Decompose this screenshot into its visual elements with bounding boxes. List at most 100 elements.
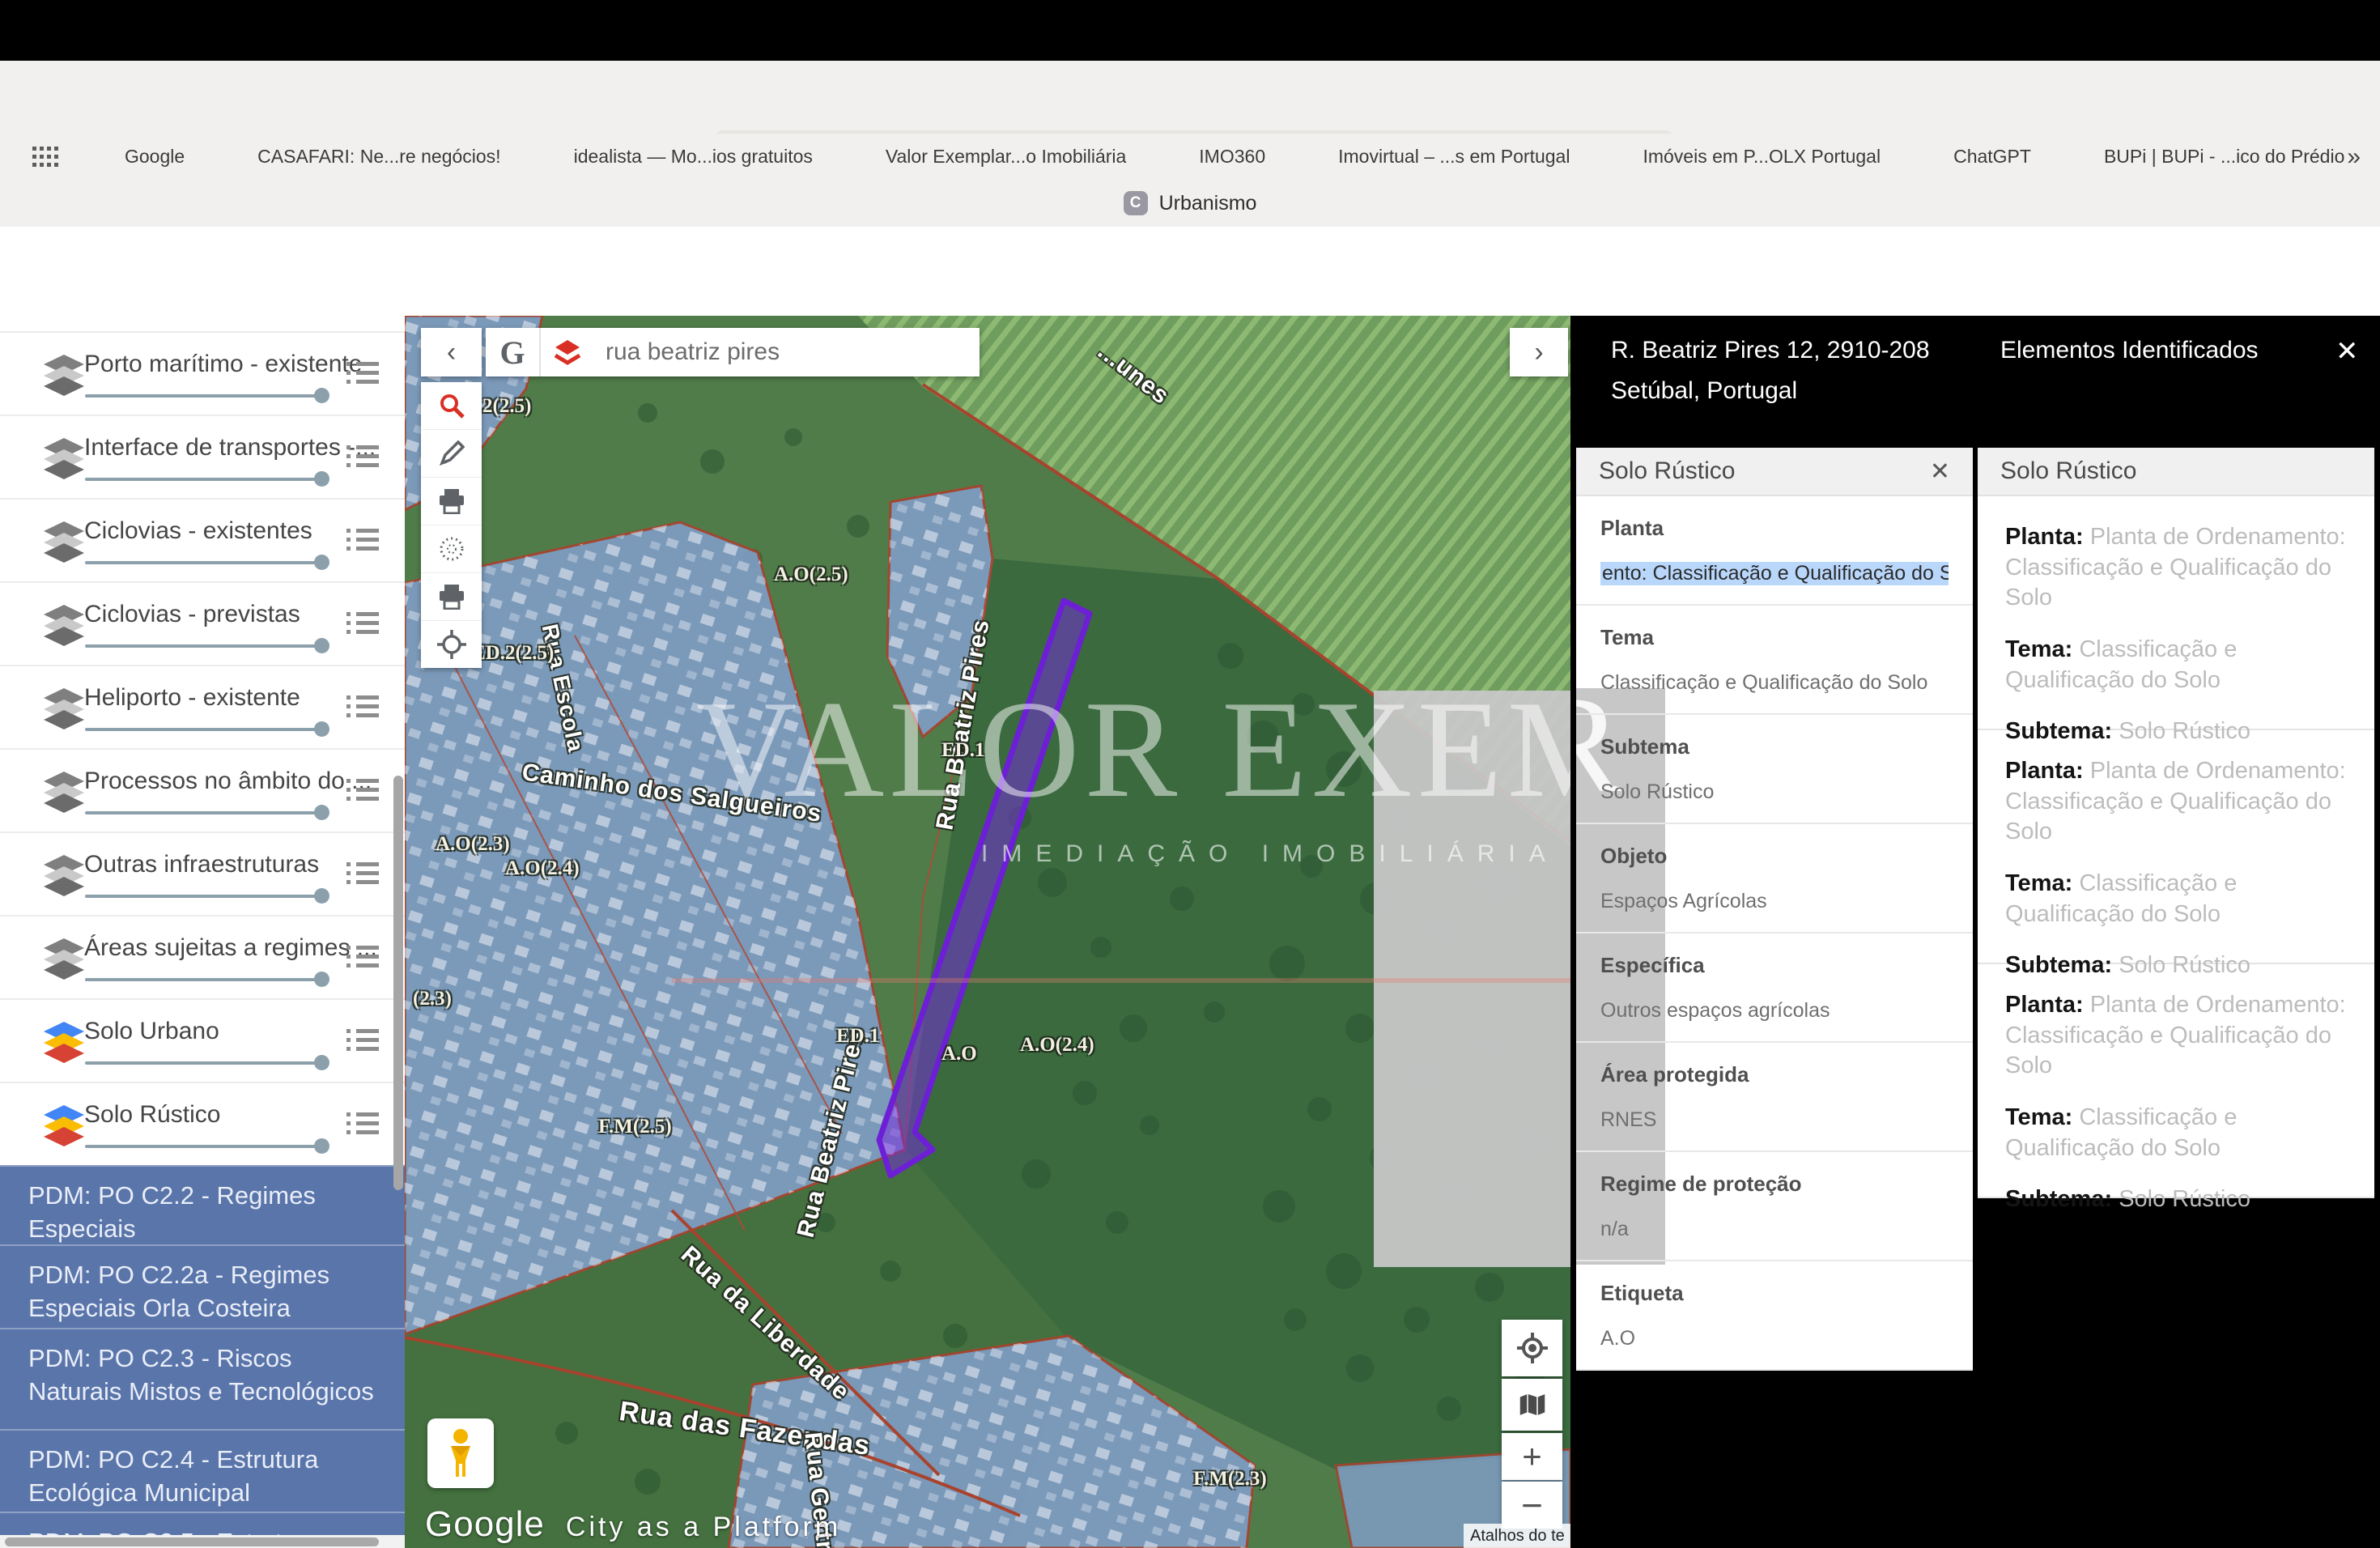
field-label: Específica [1600, 953, 1949, 978]
layer-row[interactable]: Áreas sujeitas a regimes ... [0, 915, 405, 1000]
result-planta: Planta: Planta de Ordenamento: Classific… [2005, 756, 2347, 848]
result-item[interactable]: Planta: Planta de Ordenamento: Classific… [1978, 964, 2374, 1198]
my-location-button[interactable] [1502, 1320, 1562, 1376]
pdm-layer-item[interactable]: PDM: PO C2.2 - Regimes Especiais [0, 1165, 405, 1244]
layer-row[interactable]: Processos no âmbito do ... [0, 748, 405, 833]
opacity-slider-knob[interactable] [314, 555, 329, 570]
opacity-slider-knob[interactable] [314, 972, 329, 987]
layer-row[interactable]: Porto marítimo - existente [0, 331, 405, 416]
detail-field-card: Planta ento: Classificação e Qualificaçã… [1576, 496, 1973, 606]
layer-menu-icon[interactable] [346, 362, 379, 386]
close-icon[interactable]: ✕ [2335, 335, 2359, 368]
layer-row[interactable]: Ciclovias - existentes [0, 498, 405, 583]
opacity-slider[interactable] [85, 478, 325, 481]
map-canvas[interactable]: VALOR EXEMPLAR IMEDIAÇÃO IMOBILIÁRIA ...… [405, 316, 1570, 1548]
expand-panel-button[interactable]: › [1510, 328, 1568, 376]
opacity-slider-knob[interactable] [314, 721, 329, 737]
identify-results-region: R. Beatriz Pires 12, 2910-208 Setúbal, P… [1570, 316, 2380, 1548]
bookmark-item[interactable]: IMO360 [1163, 144, 1265, 170]
sidebar-vertical-scrollbar[interactable] [393, 776, 403, 1190]
opacity-slider[interactable] [85, 978, 325, 981]
opacity-slider-knob[interactable] [314, 388, 329, 403]
layer-menu-icon[interactable] [346, 529, 379, 553]
bookmarks-grid-icon[interactable] [32, 147, 60, 168]
print-tool-icon[interactable] [421, 478, 482, 525]
field-value[interactable]: n/a [1600, 1218, 1949, 1241]
layer-row[interactable]: Solo Urbano [0, 998, 405, 1083]
field-value[interactable]: Classificação e Qualificação do Solo [1600, 671, 1949, 695]
tab-urbanismo[interactable]: Urbanismo [1159, 192, 1257, 215]
layer-row[interactable]: Heliporto - existente [0, 665, 405, 750]
scrollbar-thumb[interactable] [5, 1537, 379, 1546]
layer-menu-icon[interactable] [346, 445, 379, 470]
layer-menu-icon[interactable] [346, 695, 379, 720]
my-location-tool-icon[interactable] [421, 621, 482, 668]
collapse-panel-button[interactable]: ‹ [421, 328, 482, 376]
layer-menu-icon[interactable] [346, 946, 379, 970]
layer-row[interactable]: Solo Rústico [0, 1082, 405, 1167]
results-panel-title: Solo Rústico [2000, 457, 2136, 485]
pdm-layer-item[interactable]: PDM: PO C2.4 - Estrutura Ecológica Munic… [0, 1429, 405, 1512]
bookmarks-overflow-icon[interactable]: » [2347, 143, 2361, 171]
opacity-slider-knob[interactable] [314, 1055, 329, 1070]
bookmark-item[interactable]: CASAFARI: Ne...re negócios! [222, 144, 500, 170]
detail-close-icon[interactable]: ✕ [1930, 457, 1950, 486]
opacity-slider[interactable] [85, 394, 325, 398]
layers-red-icon[interactable] [541, 328, 594, 376]
sidebar-horizontal-scrollbar[interactable] [0, 1535, 405, 1548]
keyboard-shortcuts-label[interactable]: Atalhos do te [1464, 1524, 1570, 1548]
bookmark-item[interactable]: ChatGPT [1918, 144, 2031, 170]
zoom-out-button[interactable]: − [1502, 1482, 1562, 1529]
map-attribution: Google City as a Platform [425, 1504, 841, 1545]
bookmark-item[interactable]: Google [89, 144, 185, 170]
opacity-slider-knob[interactable] [314, 1138, 329, 1154]
field-value[interactable]: ento: Classificação e Qualificação do So… [1600, 562, 1949, 585]
layers-icon [40, 771, 87, 817]
pdm-layer-item[interactable]: PDM: PO C2.2a - Regimes Especiais Orla C… [0, 1244, 405, 1328]
opacity-slider-knob[interactable] [314, 638, 329, 653]
search-tool-icon[interactable] [421, 382, 482, 430]
search-input[interactable]: rua beatriz pires [594, 328, 980, 376]
opacity-slider-knob[interactable] [314, 888, 329, 904]
bookmark-favicon [1303, 144, 1328, 170]
field-value[interactable]: Espaços Agrícolas [1600, 890, 1949, 913]
field-value[interactable]: RNES [1600, 1108, 1949, 1132]
result-item[interactable]: Planta: Planta de Ordenamento: Classific… [1978, 496, 2374, 730]
layer-menu-icon[interactable] [346, 1029, 379, 1053]
opacity-slider[interactable] [85, 728, 325, 731]
bookmark-item[interactable]: Valor Exemplar...o Imobiliária [850, 144, 1126, 170]
layer-menu-icon[interactable] [346, 779, 379, 803]
field-value[interactable]: Outros espaços agrícolas [1600, 999, 1949, 1023]
field-value[interactable]: A.O [1600, 1327, 1949, 1350]
measure-tool-icon[interactable] [421, 525, 482, 573]
draw-tool-icon[interactable] [421, 430, 482, 478]
opacity-slider[interactable] [85, 1145, 325, 1148]
result-item[interactable]: Planta: Planta de Ordenamento: Classific… [1978, 730, 2374, 964]
opacity-slider[interactable] [85, 1061, 325, 1065]
opacity-slider-knob[interactable] [314, 471, 329, 487]
opacity-slider[interactable] [85, 644, 325, 648]
layer-row[interactable]: Outras infraestruturas [0, 831, 405, 916]
opacity-slider[interactable] [85, 561, 325, 564]
opacity-slider-knob[interactable] [314, 805, 329, 820]
opacity-slider[interactable] [85, 811, 325, 814]
layer-menu-icon[interactable] [346, 862, 379, 887]
layer-row[interactable]: Ciclovias - previstas [0, 581, 405, 666]
pegman-control[interactable] [427, 1418, 494, 1488]
layer-label: Outras infraestruturas [84, 851, 319, 878]
bookmark-item[interactable]: Imovirtual – ...s em Portugal [1303, 144, 1570, 170]
bookmark-item[interactable]: BUPi | BUPi - ...ico do Prédio [2068, 144, 2344, 170]
layer-row[interactable]: Interface de transportes -... [0, 415, 405, 500]
opacity-slider[interactable] [85, 895, 325, 898]
detail-field-card: Etiqueta A.O [1576, 1261, 1973, 1371]
print-alt-tool-icon[interactable] [421, 573, 482, 621]
pdm-layer-item[interactable]: PDM: PO C2.3 - Riscos Naturais Mistos e … [0, 1328, 405, 1429]
layer-menu-icon[interactable] [346, 1112, 379, 1137]
layer-menu-icon[interactable] [346, 612, 379, 636]
map-search-bar[interactable]: G rua beatriz pires [486, 328, 980, 376]
bookmark-item[interactable]: idealista — Mo...ios gratuitos [538, 144, 813, 170]
bookmark-item[interactable]: Imóveis em P...OLX Portugal [1607, 144, 1881, 170]
zoom-in-button[interactable]: + [1502, 1433, 1562, 1480]
map-type-button[interactable] [1502, 1379, 1562, 1431]
field-value[interactable]: Solo Rústico [1600, 780, 1949, 804]
